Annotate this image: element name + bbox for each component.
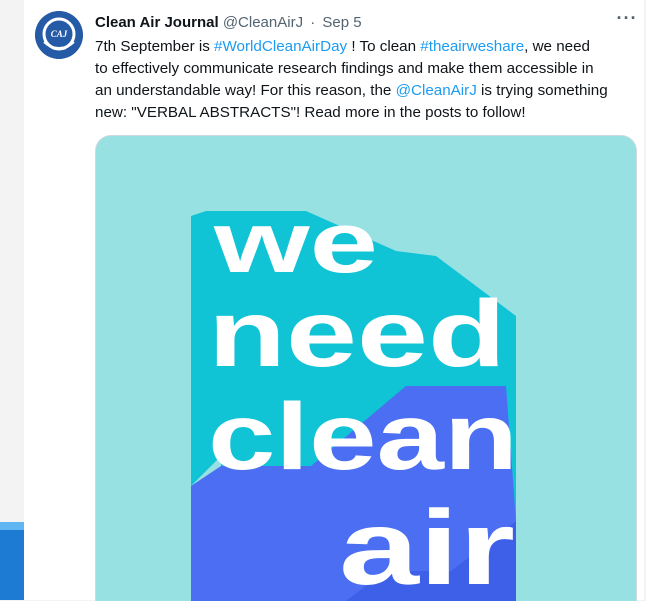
tweet-text-segment: , we need xyxy=(524,38,591,55)
tweet-date[interactable]: Sep 5 xyxy=(322,14,361,31)
tweet-text-line: new: "VERBAL ABSTRACTS"! Read more in th… xyxy=(95,102,640,124)
avatar-logo-text: CAJ xyxy=(51,29,68,39)
hashtag-link[interactable]: #theairweshare xyxy=(420,38,524,55)
more-options-button[interactable]: ··· xyxy=(613,8,641,34)
mention-link[interactable]: @CleanAirJ xyxy=(396,82,477,99)
image-word-we: we xyxy=(213,195,378,291)
tweet-text-segment: is trying something xyxy=(476,82,608,99)
author-name[interactable]: Clean Air Journal xyxy=(95,14,219,31)
tweet-body: 7th September is #WorldCleanAirDay ! To … xyxy=(95,36,640,124)
hashtag-link[interactable]: #WorldCleanAirDay xyxy=(214,38,347,55)
tweet-media[interactable]: we need clean air xyxy=(95,135,637,601)
tweet-text-line: to effectively communicate research find… xyxy=(95,58,640,80)
tweet-text-segment: ! To clean xyxy=(347,38,421,55)
tweet-text-segment: to effectively communicate research find… xyxy=(95,60,594,77)
tweet-text-line: 7th September is #WorldCleanAirDay ! To … xyxy=(95,36,640,58)
tweet-header: Clean Air Journal @CleanAirJ · Sep 5 xyxy=(95,13,640,35)
we-need-clean-air-image: we need clean air xyxy=(96,136,636,601)
author-avatar[interactable]: CAJ xyxy=(35,11,83,59)
image-word-clean: clean xyxy=(208,384,518,490)
author-handle[interactable]: @CleanAirJ xyxy=(223,14,303,31)
adjacent-blue-panel xyxy=(0,522,24,600)
image-word-need: need xyxy=(208,281,506,387)
tweet-text-line: an understandable way! For this reason, … xyxy=(95,80,640,102)
tweet-text-segment: 7th September is xyxy=(95,38,215,55)
tweet-card: CAJ Clean Air Journal @CleanAirJ · Sep 5… xyxy=(24,0,644,601)
tweet-text-segment: new: "VERBAL ABSTRACTS"! Read more in th… xyxy=(95,104,526,121)
image-word-air: air xyxy=(339,489,515,601)
header-separator: · xyxy=(310,14,316,31)
tweet-text-segment: an understandable way! For this reason, … xyxy=(95,82,396,99)
clean-air-journal-logo-icon: CAJ xyxy=(35,11,83,59)
